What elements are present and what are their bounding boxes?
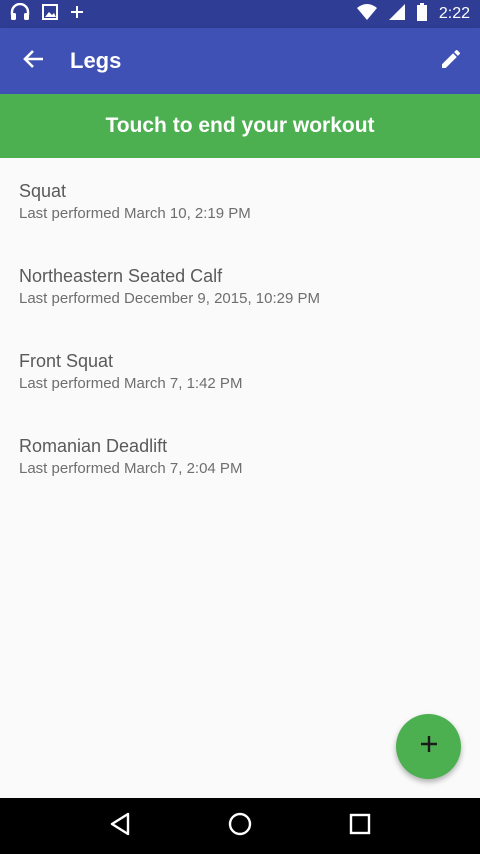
exercise-last-performed: Last performed March 7, 1:42 PM <box>19 375 243 392</box>
exercise-name: Northeastern Seated Calf <box>19 266 223 286</box>
end-workout-button[interactable]: Touch to end your workout <box>0 94 480 158</box>
exercise-name: Romanian Deadlift <box>19 436 168 456</box>
list-item[interactable]: Front Squat Last performed March 7, 1:42… <box>0 328 480 413</box>
status-right-icons: 2:22 <box>356 2 470 26</box>
status-time: 2:22 <box>438 5 470 22</box>
exercise-name: Squat <box>19 181 67 201</box>
headphones-icon <box>10 2 30 26</box>
nav-home-button[interactable] <box>210 798 270 854</box>
battery-icon <box>416 2 427 26</box>
back-triangle-icon <box>109 812 131 841</box>
wifi-icon <box>356 3 377 25</box>
pencil-icon <box>439 47 463 76</box>
exercise-name: Front Squat <box>19 351 114 371</box>
back-button[interactable] <box>0 28 66 94</box>
arrow-back-icon <box>22 48 44 75</box>
add-exercise-button[interactable] <box>396 714 461 779</box>
recents-square-icon <box>349 813 371 840</box>
signal-icon <box>388 3 405 25</box>
exercise-list: Squat Last performed March 10, 2:19 PM N… <box>0 158 480 498</box>
status-bar: 2:22 <box>0 0 480 28</box>
exercise-last-performed: Last performed March 7, 2:04 PM <box>19 460 243 477</box>
list-item[interactable]: Northeastern Seated Calf Last performed … <box>0 243 480 328</box>
list-item[interactable]: Romanian Deadlift Last performed March 7… <box>0 413 480 498</box>
status-left-icons <box>10 2 84 26</box>
nav-back-button[interactable] <box>90 798 150 854</box>
add-icon <box>419 734 439 759</box>
plus-icon <box>70 5 84 24</box>
page-title: Legs <box>70 48 122 73</box>
app-bar: Legs <box>0 28 480 94</box>
edit-button[interactable] <box>422 28 480 94</box>
list-item[interactable]: Squat Last performed March 10, 2:19 PM <box>0 158 480 243</box>
exercise-last-performed: Last performed March 10, 2:19 PM <box>19 205 251 222</box>
end-workout-label: Touch to end your workout <box>105 114 375 137</box>
image-icon <box>42 3 58 25</box>
navigation-bar <box>0 798 480 854</box>
home-circle-icon <box>228 812 252 841</box>
nav-recents-button[interactable] <box>330 798 390 854</box>
exercise-last-performed: Last performed December 9, 2015, 10:29 P… <box>19 290 320 307</box>
